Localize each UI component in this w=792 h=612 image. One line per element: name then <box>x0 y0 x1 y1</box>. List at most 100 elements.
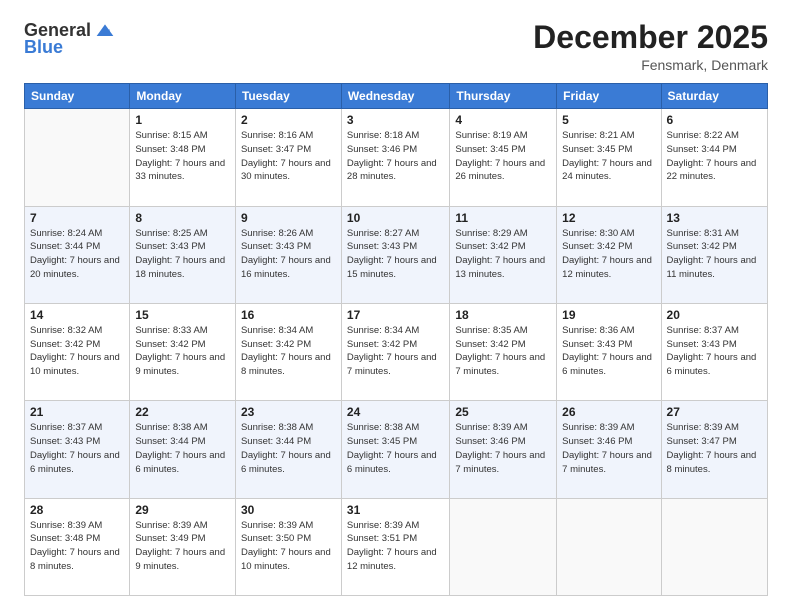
day-number: 17 <box>347 308 444 322</box>
day-number: 5 <box>562 113 655 127</box>
day-number: 6 <box>667 113 762 127</box>
day-number: 4 <box>455 113 551 127</box>
day-info: Sunrise: 8:39 AMSunset: 3:50 PMDaylight:… <box>241 519 336 574</box>
logo: General Blue <box>24 20 115 58</box>
calendar-cell: 21 Sunrise: 8:37 AMSunset: 3:43 PMDayligh… <box>25 401 130 498</box>
calendar-cell: 31 Sunrise: 8:39 AMSunset: 3:51 PMDayligh… <box>341 498 449 595</box>
weekday-header: Tuesday <box>235 84 341 109</box>
day-number: 23 <box>241 405 336 419</box>
day-info: Sunrise: 8:38 AMSunset: 3:44 PMDaylight:… <box>241 421 336 476</box>
calendar-cell: 8 Sunrise: 8:25 AMSunset: 3:43 PMDaylight… <box>130 206 236 303</box>
calendar-cell <box>557 498 661 595</box>
day-info: Sunrise: 8:24 AMSunset: 3:44 PMDaylight:… <box>30 227 124 282</box>
calendar-cell: 27 Sunrise: 8:39 AMSunset: 3:47 PMDayligh… <box>661 401 767 498</box>
day-number: 30 <box>241 503 336 517</box>
day-number: 12 <box>562 211 655 225</box>
calendar-cell: 6 Sunrise: 8:22 AMSunset: 3:44 PMDaylight… <box>661 109 767 206</box>
weekday-header: Sunday <box>25 84 130 109</box>
day-info: Sunrise: 8:34 AMSunset: 3:42 PMDaylight:… <box>347 324 444 379</box>
calendar-cell: 12 Sunrise: 8:30 AMSunset: 3:42 PMDayligh… <box>557 206 661 303</box>
day-info: Sunrise: 8:34 AMSunset: 3:42 PMDaylight:… <box>241 324 336 379</box>
calendar-cell: 2Sunrise: 8:16 AMSunset: 3:47 PMDaylight… <box>235 109 341 206</box>
calendar-cell: 22 Sunrise: 8:38 AMSunset: 3:44 PMDayligh… <box>130 401 236 498</box>
day-info: Sunrise: 8:18 AMSunset: 3:46 PMDaylight:… <box>347 129 444 184</box>
day-number: 14 <box>30 308 124 322</box>
calendar-cell <box>25 109 130 206</box>
day-info: Sunrise: 8:26 AMSunset: 3:43 PMDaylight:… <box>241 227 336 282</box>
day-info: Sunrise: 8:30 AMSunset: 3:42 PMDaylight:… <box>562 227 655 282</box>
day-info: Sunrise: 8:38 AMSunset: 3:44 PMDaylight:… <box>135 421 230 476</box>
day-info: Sunrise: 8:37 AMSunset: 3:43 PMDaylight:… <box>30 421 124 476</box>
calendar-cell: 29Sunrise: 8:39 AMSunset: 3:49 PMDayligh… <box>130 498 236 595</box>
weekday-header: Friday <box>557 84 661 109</box>
calendar-cell: 20Sunrise: 8:37 AMSunset: 3:43 PMDayligh… <box>661 303 767 400</box>
day-number: 13 <box>667 211 762 225</box>
day-number: 2 <box>241 113 336 127</box>
day-info: Sunrise: 8:39 AMSunset: 3:46 PMDaylight:… <box>562 421 655 476</box>
calendar-cell: 25 Sunrise: 8:39 AMSunset: 3:46 PMDayligh… <box>450 401 557 498</box>
calendar-cell: 26 Sunrise: 8:39 AMSunset: 3:46 PMDayligh… <box>557 401 661 498</box>
weekday-header: Thursday <box>450 84 557 109</box>
day-info: Sunrise: 8:39 AMSunset: 3:47 PMDaylight:… <box>667 421 762 476</box>
day-info: Sunrise: 8:33 AMSunset: 3:42 PMDaylight:… <box>135 324 230 379</box>
calendar-cell <box>450 498 557 595</box>
day-number: 16 <box>241 308 336 322</box>
calendar-cell: 28Sunrise: 8:39 AMSunset: 3:48 PMDayligh… <box>25 498 130 595</box>
calendar-cell: 30 Sunrise: 8:39 AMSunset: 3:50 PMDayligh… <box>235 498 341 595</box>
day-info: Sunrise: 8:21 AMSunset: 3:45 PMDaylight:… <box>562 129 655 184</box>
calendar-cell <box>661 498 767 595</box>
weekday-header: Saturday <box>661 84 767 109</box>
weekday-header: Wednesday <box>341 84 449 109</box>
day-number: 19 <box>562 308 655 322</box>
day-number: 8 <box>135 211 230 225</box>
day-number: 11 <box>455 211 551 225</box>
calendar-cell: 17 Sunrise: 8:34 AMSunset: 3:42 PMDayligh… <box>341 303 449 400</box>
day-info: Sunrise: 8:36 AMSunset: 3:43 PMDaylight:… <box>562 324 655 379</box>
calendar-cell: 7 Sunrise: 8:24 AMSunset: 3:44 PMDaylight… <box>25 206 130 303</box>
day-info: Sunrise: 8:29 AMSunset: 3:42 PMDaylight:… <box>455 227 551 282</box>
day-number: 18 <box>455 308 551 322</box>
day-info: Sunrise: 8:27 AMSunset: 3:43 PMDaylight:… <box>347 227 444 282</box>
calendar-cell: 11 Sunrise: 8:29 AMSunset: 3:42 PMDayligh… <box>450 206 557 303</box>
day-info: Sunrise: 8:39 AMSunset: 3:46 PMDaylight:… <box>455 421 551 476</box>
calendar-cell: 14 Sunrise: 8:32 AMSunset: 3:42 PMDayligh… <box>25 303 130 400</box>
day-number: 9 <box>241 211 336 225</box>
calendar-cell: 19 Sunrise: 8:36 AMSunset: 3:43 PMDayligh… <box>557 303 661 400</box>
logo-blue: Blue <box>24 37 63 58</box>
month-title: December 2025 <box>533 20 768 55</box>
day-number: 27 <box>667 405 762 419</box>
day-number: 20 <box>667 308 762 322</box>
day-info: Sunrise: 8:39 AMSunset: 3:51 PMDaylight:… <box>347 519 444 574</box>
day-number: 10 <box>347 211 444 225</box>
calendar-cell: 10 Sunrise: 8:27 AMSunset: 3:43 PMDayligh… <box>341 206 449 303</box>
calendar-cell: 16 Sunrise: 8:34 AMSunset: 3:42 PMDayligh… <box>235 303 341 400</box>
day-number: 7 <box>30 211 124 225</box>
calendar-cell: 5 Sunrise: 8:21 AMSunset: 3:45 PMDaylight… <box>557 109 661 206</box>
title-block: December 2025 Fensmark, Denmark <box>533 20 768 73</box>
day-number: 22 <box>135 405 230 419</box>
calendar-cell: 24Sunrise: 8:38 AMSunset: 3:45 PMDayligh… <box>341 401 449 498</box>
day-info: Sunrise: 8:31 AMSunset: 3:42 PMDaylight:… <box>667 227 762 282</box>
location: Fensmark, Denmark <box>533 57 768 73</box>
calendar-cell: 9 Sunrise: 8:26 AMSunset: 3:43 PMDaylight… <box>235 206 341 303</box>
day-number: 21 <box>30 405 124 419</box>
day-info: Sunrise: 8:35 AMSunset: 3:42 PMDaylight:… <box>455 324 551 379</box>
calendar-cell: 15 Sunrise: 8:33 AMSunset: 3:42 PMDayligh… <box>130 303 236 400</box>
day-number: 25 <box>455 405 551 419</box>
weekday-header: Monday <box>130 84 236 109</box>
day-info: Sunrise: 8:15 AMSunset: 3:48 PMDaylight:… <box>135 129 230 184</box>
logo-icon <box>95 21 115 41</box>
calendar-cell: 23 Sunrise: 8:38 AMSunset: 3:44 PMDayligh… <box>235 401 341 498</box>
day-number: 31 <box>347 503 444 517</box>
calendar-table: SundayMondayTuesdayWednesdayThursdayFrid… <box>24 83 768 596</box>
day-info: Sunrise: 8:19 AMSunset: 3:45 PMDaylight:… <box>455 129 551 184</box>
day-info: Sunrise: 8:38 AMSunset: 3:45 PMDaylight:… <box>347 421 444 476</box>
day-info: Sunrise: 8:39 AMSunset: 3:49 PMDaylight:… <box>135 519 230 574</box>
day-number: 26 <box>562 405 655 419</box>
day-info: Sunrise: 8:25 AMSunset: 3:43 PMDaylight:… <box>135 227 230 282</box>
day-info: Sunrise: 8:32 AMSunset: 3:42 PMDaylight:… <box>30 324 124 379</box>
page: General Blue December 2025 Fensmark, Den… <box>0 0 792 612</box>
day-info: Sunrise: 8:22 AMSunset: 3:44 PMDaylight:… <box>667 129 762 184</box>
calendar-cell: 3Sunrise: 8:18 AMSunset: 3:46 PMDaylight… <box>341 109 449 206</box>
day-number: 15 <box>135 308 230 322</box>
